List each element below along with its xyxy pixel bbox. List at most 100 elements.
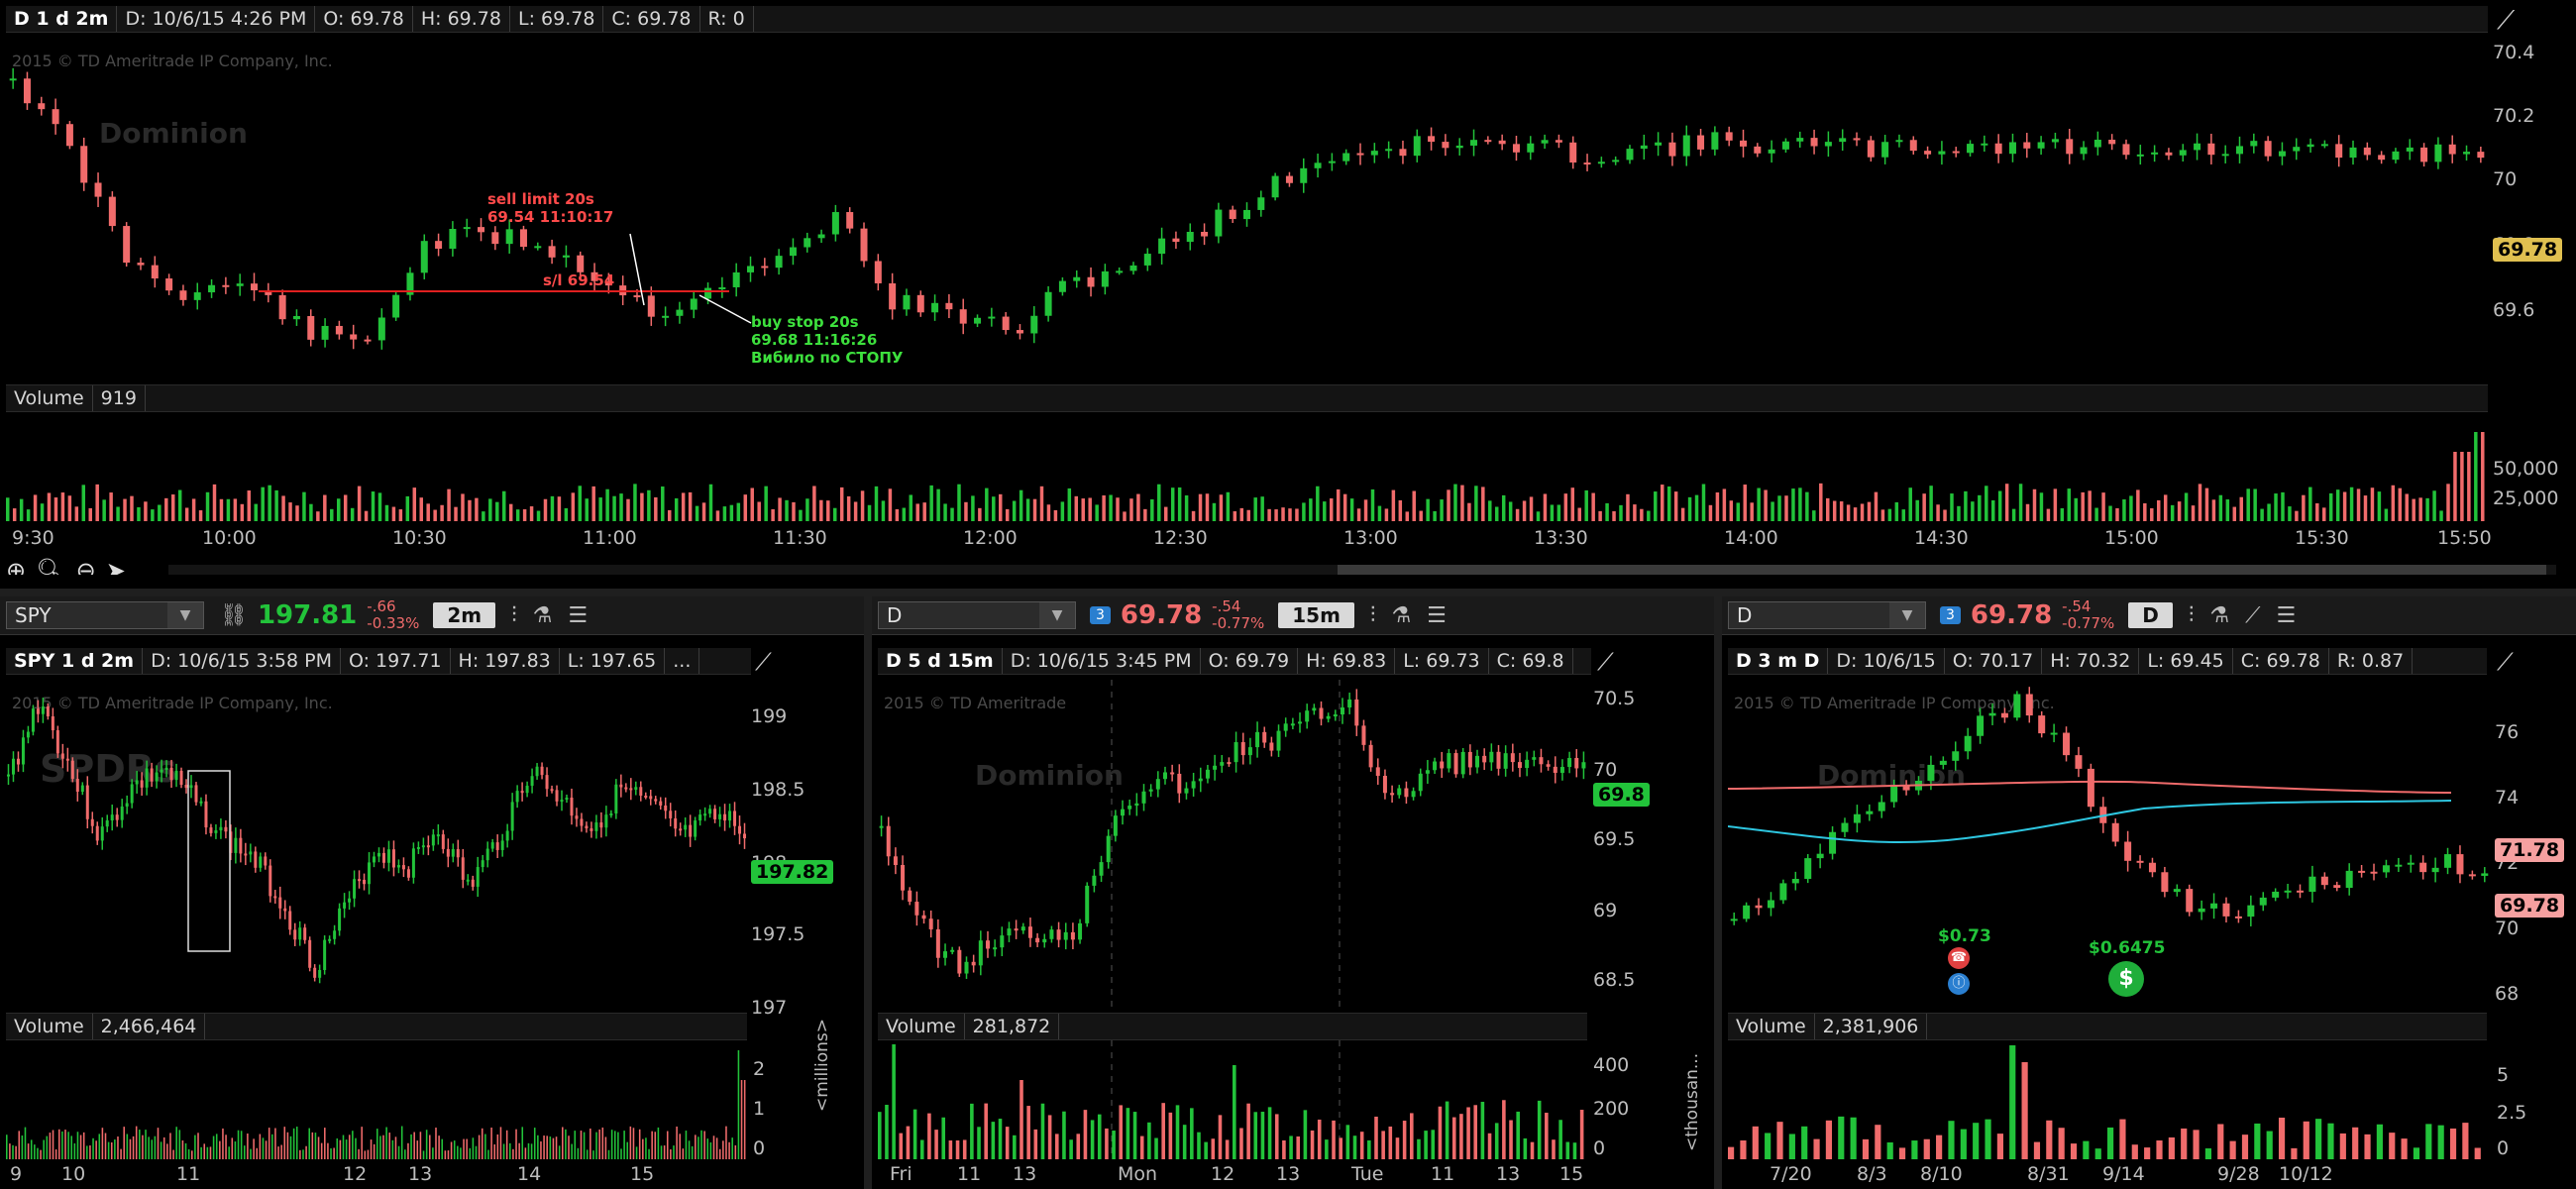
time-tick: 8/3	[1857, 1163, 1887, 1185]
stop-loss-annotation: s/l 69.54	[543, 271, 615, 289]
candle	[1583, 162, 1591, 165]
chevron-down-icon[interactable]: ▼	[167, 602, 203, 628]
pan-icon[interactable]: ⊕	[6, 557, 26, 575]
volume-bar	[2018, 484, 2023, 521]
candle	[614, 784, 618, 813]
zoom-in-icon[interactable]: 🔍︎	[36, 557, 65, 575]
volume-bar	[1908, 487, 1912, 521]
zoom-out-icon[interactable]: ⊖	[76, 557, 96, 575]
volume-bar	[441, 1138, 444, 1159]
drawing-icon[interactable]: ⟋	[2245, 603, 2260, 628]
style-icon[interactable]: ⟋	[1597, 648, 1614, 676]
dividend-icon[interactable]: $	[2108, 961, 2144, 997]
volume-bar	[1886, 1141, 1893, 1159]
chart-style-icon[interactable]: ⫶	[2189, 603, 2195, 628]
volume-bar	[970, 1103, 974, 1159]
link-icon[interactable]: ⛓	[220, 603, 248, 628]
volume-bar	[184, 1142, 187, 1159]
chart-style-icon[interactable]: ⫶	[1370, 603, 1376, 628]
volume-bar	[274, 1128, 276, 1159]
menu-icon[interactable]: ☰	[1427, 603, 1447, 628]
horizontal-scrollbar[interactable]	[168, 565, 2556, 575]
candle	[110, 814, 114, 821]
volume-bar	[64, 1130, 66, 1159]
spy-price-plot[interactable]	[6, 680, 747, 1007]
volume-bar	[1426, 498, 1430, 521]
volume-bar	[1640, 508, 1644, 521]
volume-bar	[764, 486, 768, 521]
menu-icon[interactable]: ☰	[568, 603, 588, 628]
volume-bar	[1978, 494, 1982, 521]
scrollbar-thumb[interactable]	[1338, 565, 2546, 575]
menu-icon[interactable]: ☰	[2277, 603, 2297, 628]
candle	[515, 791, 519, 803]
candle	[874, 261, 882, 283]
candle	[1539, 757, 1544, 765]
volume-tick: 2	[753, 1058, 766, 1080]
link-group-badge[interactable]: 3	[1090, 606, 1111, 624]
candle	[916, 294, 924, 313]
aggregation-button[interactable]: 15m	[1278, 602, 1354, 628]
chart-title: D 3 m D	[1728, 648, 1829, 674]
time-tick: Fri	[890, 1163, 912, 1185]
symbol-selector[interactable]: SPY ▼	[6, 601, 204, 629]
chevron-down-icon[interactable]: ▼	[1039, 602, 1075, 628]
info-icon[interactable]: ⓘ	[1948, 973, 1970, 995]
candle	[2420, 147, 2428, 162]
candle	[1453, 753, 1458, 775]
volume-bar	[888, 488, 893, 521]
volume-bar	[2088, 490, 2092, 521]
volume-bar	[1874, 491, 1878, 521]
volume-bar	[1381, 1131, 1385, 1159]
candle	[95, 825, 99, 841]
studies-icon[interactable]: ⚗	[533, 603, 553, 628]
candle	[1127, 806, 1132, 810]
candle	[2038, 715, 2046, 734]
chevron-down-icon[interactable]: ▼	[1889, 602, 1925, 628]
volume-bar	[219, 498, 224, 521]
volume-bar	[1182, 1125, 1187, 1159]
candle	[1070, 931, 1075, 940]
volume-bar	[466, 1138, 468, 1159]
candle	[1205, 769, 1210, 779]
volume-bar	[212, 484, 217, 521]
volume-bar	[2467, 452, 2471, 521]
chart-style-icon[interactable]: ⫶	[511, 603, 517, 628]
volume-bar	[160, 1141, 162, 1159]
earnings-icon[interactable]: ☎	[1948, 947, 1970, 969]
volume-bar	[580, 1131, 583, 1159]
candle	[775, 256, 783, 269]
style-icon[interactable]: ⟋	[755, 648, 772, 676]
aggregation-button[interactable]: 2m	[433, 602, 496, 628]
studies-icon[interactable]: ⚗	[1391, 603, 1411, 628]
symbol-selector[interactable]: D ▼	[878, 601, 1076, 629]
candle	[292, 315, 300, 320]
style-icon[interactable]: ⟋	[2497, 6, 2515, 37]
studies-icon[interactable]: ⚗	[2209, 603, 2229, 628]
candle	[540, 766, 544, 776]
volume-bar	[1013, 1135, 1017, 1159]
candle	[2210, 903, 2218, 909]
volume-bar	[512, 1148, 514, 1159]
candle	[392, 294, 400, 318]
candle	[886, 825, 891, 857]
candle	[278, 897, 282, 909]
volume-bar	[2288, 506, 2292, 521]
symbol-selector[interactable]: D ▼	[1728, 601, 1926, 629]
candle	[451, 849, 455, 857]
candle	[1447, 753, 1451, 769]
aggregation-button[interactable]: D	[2128, 602, 2173, 628]
candle	[1952, 751, 1960, 761]
style-icon[interactable]: ⟋	[2497, 648, 2514, 676]
link-group-badge[interactable]: 3	[1940, 606, 1961, 624]
main-price-plot[interactable]	[6, 36, 2488, 373]
volume-bar	[562, 1127, 564, 1159]
d15-price-plot[interactable]	[878, 680, 1587, 1007]
volume-bar	[673, 1145, 675, 1159]
cursor-icon[interactable]: ➤	[106, 557, 126, 575]
candle	[1867, 140, 1875, 158]
volume-bar	[578, 486, 583, 521]
candle	[1841, 822, 1849, 832]
volume-bar	[1537, 1100, 1542, 1159]
candle	[619, 784, 623, 788]
